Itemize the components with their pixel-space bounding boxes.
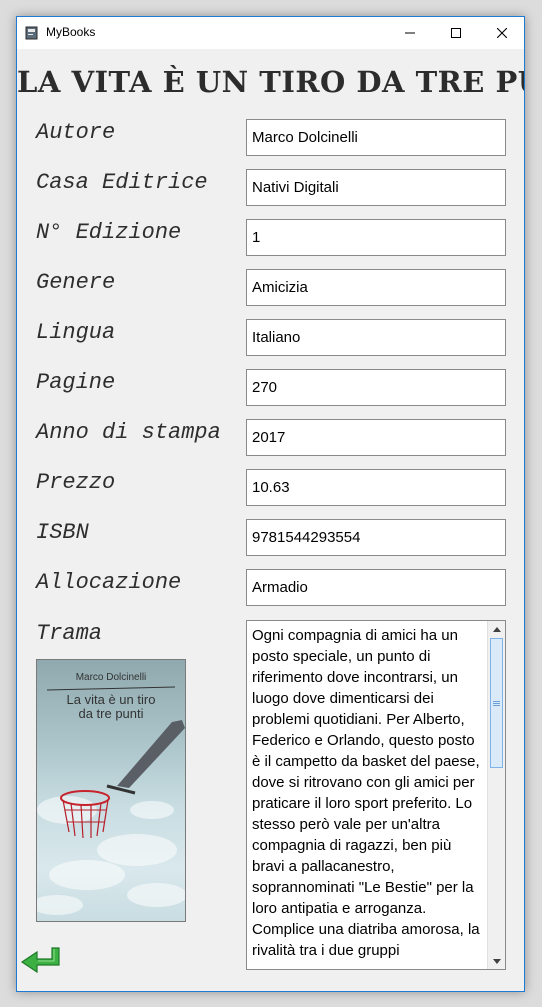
casa-editrice-label: Casa Editrice	[36, 170, 208, 195]
plot-textarea[interactable]: Ogni compagnia di amici ha un posto spec…	[246, 620, 506, 970]
row-allocazione: Allocazione	[17, 569, 524, 607]
plot-text: Ogni compagnia di amici ha un posto spec…	[252, 627, 480, 959]
scroll-up-button[interactable]	[488, 621, 505, 637]
pagine-label: Pagine	[36, 370, 116, 395]
cover-title-line2: da tre punti	[78, 706, 144, 721]
cover-title-line1: La vita è un tiro	[66, 692, 156, 707]
casa-editrice-field[interactable]	[246, 169, 506, 206]
pagine-field[interactable]	[246, 369, 506, 406]
anno-di-stampa-field[interactable]	[246, 419, 506, 456]
scroll-thumb[interactable]	[490, 638, 503, 768]
window-title: MyBooks	[46, 25, 96, 39]
minimize-icon	[405, 32, 415, 34]
mybooks-window: MyBooks La vita è un tiro da tre punti A…	[16, 16, 525, 992]
isbn-label: ISBN	[36, 520, 89, 545]
title-bar[interactable]: MyBooks	[17, 17, 524, 49]
prezzo-label: Prezzo	[36, 470, 116, 495]
row-lingua: Lingua	[17, 319, 524, 357]
edizione-label: N° Edizione	[36, 220, 182, 245]
book-icon	[25, 26, 38, 40]
row-prezzo: Prezzo	[17, 469, 524, 507]
allocazione-label: Allocazione	[36, 570, 182, 595]
row-anno-di-stampa: Anno di stampa	[17, 419, 524, 457]
maximize-button[interactable]	[433, 17, 479, 49]
minimize-button[interactable]	[387, 17, 433, 49]
row-casa-editrice: Casa Editrice	[17, 169, 524, 207]
genere-label: Genere	[36, 270, 116, 295]
row-genere: Genere	[17, 269, 524, 307]
book-title: La vita è un tiro da tre punti	[17, 65, 524, 99]
plot-scrollbar[interactable]	[487, 621, 505, 969]
grip-icon	[493, 700, 500, 706]
anno-di-stampa-label: Anno di stampa	[36, 420, 221, 445]
back-button[interactable]	[19, 945, 65, 981]
maximize-icon	[451, 28, 461, 38]
book-cover-image: Marco Dolcinelli La vita è un tiro da tr…	[36, 659, 186, 922]
lingua-field[interactable]	[246, 319, 506, 356]
lingua-label: Lingua	[36, 320, 116, 345]
autore-label: Autore	[36, 120, 116, 145]
isbn-field[interactable]	[246, 519, 506, 556]
allocazione-field[interactable]	[246, 569, 506, 606]
prezzo-field[interactable]	[246, 469, 506, 506]
back-arrow-icon	[20, 947, 60, 974]
row-autore: Autore	[17, 119, 524, 157]
edizione-field[interactable]	[246, 219, 506, 256]
trama-label: Trama	[36, 621, 103, 646]
close-icon	[497, 28, 507, 38]
close-button[interactable]	[479, 17, 524, 49]
genere-field[interactable]	[246, 269, 506, 306]
chevron-up-icon	[492, 626, 501, 632]
row-pagine: Pagine	[17, 369, 524, 407]
cover-author: Marco Dolcinelli	[75, 672, 147, 683]
row-edizione: N° Edizione	[17, 219, 524, 257]
row-isbn: ISBN	[17, 519, 524, 557]
autore-field[interactable]	[246, 119, 506, 156]
scroll-down-button[interactable]	[488, 953, 505, 969]
chevron-down-icon	[492, 958, 501, 964]
